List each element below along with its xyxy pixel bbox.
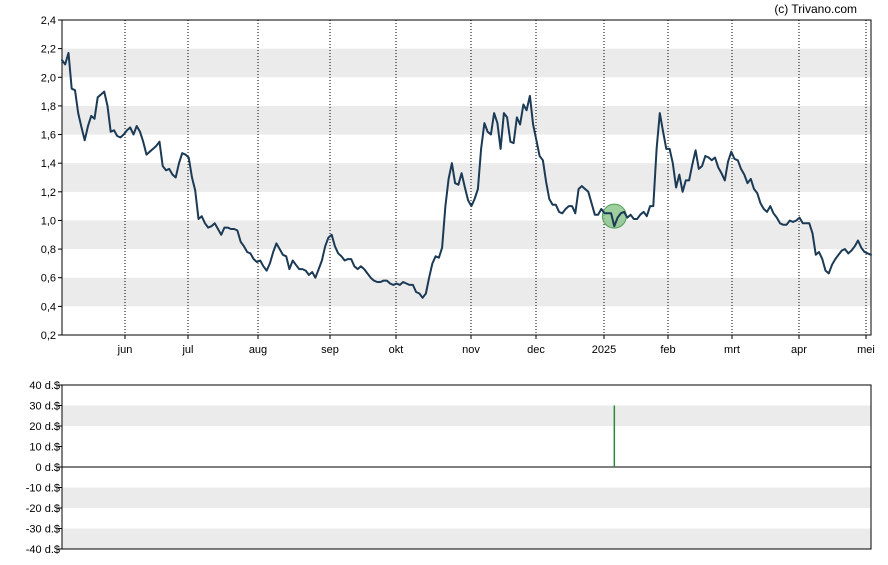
price-x-tick-label: aug bbox=[249, 344, 267, 356]
price-y-ticks: 2,4 2,2 2,0 1,8 1,6 1,4 1,2 1,0 0,8 0,6 0,4 0,2 bbox=[41, 15, 62, 342]
price-x-tick-label: mei bbox=[857, 344, 875, 356]
volume-y-tick-label: 40 d.$ bbox=[29, 380, 60, 392]
volume-y-ticks: 40 d.$ 30 d.$ 20 d.$ 10 d.$ 0 d.$ -10 d.$ -20 … bbox=[26, 380, 62, 556]
price-bands bbox=[62, 48, 871, 307]
price-x-tick-label: dec bbox=[527, 344, 545, 356]
price-y-tick-label: 1,2 bbox=[41, 187, 56, 199]
volume-y-tick-label: -10 d.$ bbox=[26, 483, 60, 495]
price-x-tick-label: jun bbox=[117, 344, 133, 356]
price-x-tick-label: jul bbox=[181, 344, 193, 356]
price-chart: 2,4 2,2 2,0 1,8 1,6 1,4 1,2 1,0 0,8 0,6 0,4 0,2 jun… bbox=[41, 15, 875, 356]
volume-y-tick-label: -20 d.$ bbox=[26, 503, 60, 515]
price-y-tick-label: 1,0 bbox=[41, 215, 56, 227]
volume-band bbox=[62, 405, 871, 426]
price-y-tick-label: 0,2 bbox=[41, 330, 56, 342]
price-y-tick-label: 1,8 bbox=[41, 101, 56, 113]
price-band bbox=[62, 277, 871, 307]
price-band bbox=[62, 163, 871, 192]
price-y-tick-label: 1,6 bbox=[41, 130, 56, 142]
price-x-tick-label: sep bbox=[321, 344, 339, 356]
price-x-tick-label: okt bbox=[389, 344, 404, 356]
price-x-ticks: jun jul aug sep okt nov dec 2025 feb mrt apr mei bbox=[117, 335, 875, 356]
price-y-tick-label: 2,4 bbox=[41, 15, 56, 27]
volume-y-tick-label: 10 d.$ bbox=[29, 442, 60, 454]
volume-y-tick-label: 20 d.$ bbox=[29, 421, 60, 433]
volume-band bbox=[62, 487, 871, 508]
price-y-tick-label: 2,2 bbox=[41, 44, 56, 56]
price-band bbox=[62, 220, 871, 250]
price-band bbox=[62, 105, 871, 135]
price-y-tick-label: 2,0 bbox=[41, 72, 56, 84]
volume-y-tick-label: 30 d.$ bbox=[29, 401, 60, 413]
volume-chart: 40 d.$ 30 d.$ 20 d.$ 10 d.$ 0 d.$ -10 d.$ -20 … bbox=[26, 380, 872, 556]
price-y-tick-label: 0,4 bbox=[41, 301, 56, 313]
price-x-tick-label: feb bbox=[660, 344, 675, 356]
price-x-tick-label: apr bbox=[791, 344, 807, 356]
volume-bands bbox=[62, 405, 871, 549]
volume-y-tick-label: -40 d.$ bbox=[26, 544, 60, 556]
volume-band bbox=[62, 528, 871, 549]
price-x-tick-label: nov bbox=[462, 344, 480, 356]
volume-y-tick-label: 0 d.$ bbox=[36, 462, 60, 474]
price-y-tick-label: 0,6 bbox=[41, 273, 56, 285]
volume-y-tick-label: -30 d.$ bbox=[26, 524, 60, 536]
price-x-tick-label: mrt bbox=[724, 344, 740, 356]
price-y-tick-label: 1,4 bbox=[41, 158, 56, 170]
credit-label: (c) Trivano.com bbox=[774, 2, 857, 16]
price-band bbox=[62, 48, 871, 78]
price-x-tick-label: 2025 bbox=[592, 344, 616, 356]
chart-area: (c) Trivano.com 2,4 2,2 2,0 1,8 1,6 1,4 1,2 1,0… bbox=[26, 2, 875, 556]
price-y-tick-label: 0,8 bbox=[41, 244, 56, 256]
